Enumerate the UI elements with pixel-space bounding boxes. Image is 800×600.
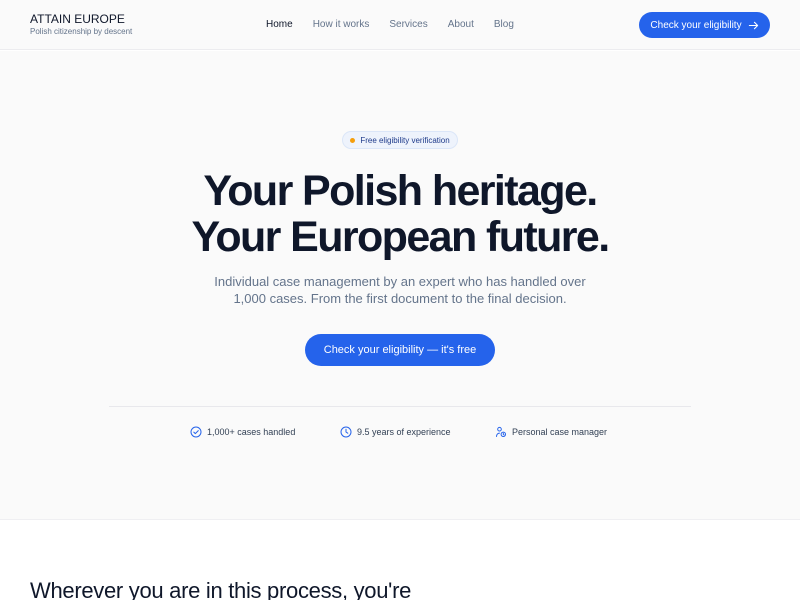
badge-dot (350, 137, 356, 143)
hero-headline: Your Polish heritage. Your European futu… (0, 168, 800, 260)
clock-icon (340, 426, 352, 438)
person-icon (496, 426, 507, 438)
nav-item-home[interactable]: Home (266, 18, 293, 32)
stat-manager-label: Personal case manager (512, 427, 608, 437)
nav-item-services[interactable]: Services (389, 18, 427, 32)
site-header: ATTAIN EUROPE Polish citizenship by desc… (0, 0, 800, 50)
check-eligibility-label: Check your eligibility (650, 19, 742, 31)
nav-item-blog[interactable]: Blog (494, 18, 514, 32)
arrow-right-icon (748, 21, 758, 29)
stat-cases: 1,000+ cases handled (190, 426, 295, 438)
hero-section: Free eligibility verification Your Polis… (0, 51, 800, 520)
hero-cta-button[interactable]: Check your eligibility — it's free (305, 334, 495, 366)
subtext-line-1: Individual case management by an expert … (214, 274, 586, 289)
stat-experience: 9.5 years of experience (340, 426, 451, 438)
stat-manager: Personal case manager (495, 426, 607, 438)
headline-line-1: Your Polish heritage. (203, 167, 598, 215)
badge-text: Free eligibility verification (360, 135, 450, 145)
brand[interactable]: ATTAIN EUROPE Polish citizenship by desc… (30, 12, 132, 37)
nav-item-about[interactable]: About (448, 18, 474, 32)
brand-name[interactable]: ATTAIN EUROPE (30, 12, 132, 26)
main-nav: Home How it works Services About Blog (266, 18, 534, 32)
next-section-title: Wherever you are in this process, you're (30, 578, 412, 600)
stat-cases-label: 1,000+ cases handled (207, 427, 296, 437)
check-circle-icon (190, 426, 202, 438)
brand-tagline: Polish citizenship by descent (30, 27, 133, 36)
hero-divider (109, 406, 691, 407)
stat-experience-label: 9.5 years of experience (357, 427, 451, 437)
nav-item-how-it-works[interactable]: How it works (313, 18, 370, 32)
check-eligibility-button[interactable]: Check your eligibility (639, 12, 770, 38)
eligibility-badge: Free eligibility verification (342, 131, 458, 149)
hero-subtext: Individual case management by an expert … (200, 273, 600, 307)
headline-line-2: Your European future. (191, 213, 610, 261)
subtext-line-2: 1,000 cases. From the first document to … (233, 291, 567, 306)
